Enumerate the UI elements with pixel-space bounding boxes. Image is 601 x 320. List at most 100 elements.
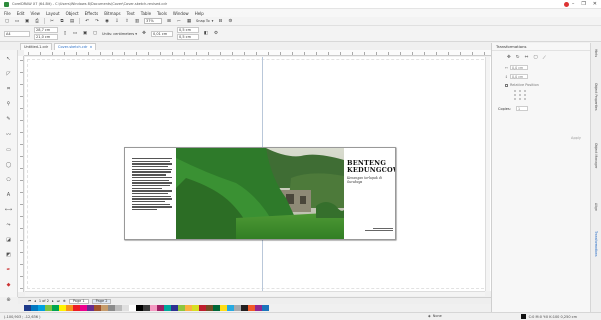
- y-position-field[interactable]: 0,0 cm: [509, 74, 528, 79]
- skew-icon[interactable]: ⟋: [543, 55, 546, 61]
- color-swatch[interactable]: [213, 305, 220, 311]
- front-cover-title-block[interactable]: BENTENG KEDUNGCOWEK Kenangan terlupak di…: [347, 160, 395, 185]
- save-icon[interactable]: ▣: [24, 18, 30, 24]
- user-account-icon[interactable]: [564, 2, 569, 7]
- color-swatch[interactable]: [80, 305, 87, 311]
- color-swatch[interactable]: [171, 305, 178, 311]
- color-swatch[interactable]: [38, 305, 45, 311]
- shape-tool-icon[interactable]: ◸: [5, 71, 12, 77]
- color-swatch[interactable]: [143, 305, 150, 311]
- ellipse-tool-icon[interactable]: ◯: [5, 162, 12, 168]
- menu-help[interactable]: Help: [195, 11, 204, 16]
- fort-photograph[interactable]: [176, 148, 344, 239]
- menu-text[interactable]: Text: [127, 11, 135, 16]
- redo-icon[interactable]: ↷: [94, 18, 100, 24]
- duplicate-y-field[interactable]: 0,5 cm: [177, 34, 199, 40]
- menu-layout[interactable]: Layout: [46, 11, 60, 16]
- pick-tool-icon[interactable]: ↖: [5, 56, 12, 62]
- import-icon[interactable]: ⇩: [114, 18, 120, 24]
- zoom-tool-icon[interactable]: ⚲: [5, 101, 12, 107]
- maximize-button[interactable]: ❐: [581, 1, 585, 7]
- color-swatch[interactable]: [192, 305, 199, 311]
- cover-artwork[interactable]: BENTENG KEDUNGCOWEK Kenangan terlupak di…: [124, 147, 396, 240]
- color-swatch[interactable]: [52, 305, 59, 311]
- menu-view[interactable]: View: [30, 11, 40, 16]
- apply-button[interactable]: Apply: [567, 135, 585, 141]
- color-swatch[interactable]: [115, 305, 122, 311]
- color-swatch[interactable]: [59, 305, 66, 311]
- duplicate-x-field[interactable]: 0,5 cm: [177, 27, 199, 33]
- x-position-field[interactable]: 0,0 cm: [509, 65, 528, 70]
- color-swatch[interactable]: [31, 305, 38, 311]
- landscape-icon[interactable]: ▭: [72, 31, 78, 37]
- transparency-icon[interactable]: ◩: [5, 252, 12, 258]
- color-swatch[interactable]: [101, 305, 108, 311]
- snap-to-dropdown[interactable]: Snap To ▾: [196, 19, 213, 23]
- options-icon[interactable]: ⚙: [213, 31, 219, 37]
- last-page-icon[interactable]: ⏭: [57, 299, 60, 303]
- undo-icon[interactable]: ↶: [84, 18, 90, 24]
- drop-shadow-icon[interactable]: ◪: [5, 237, 12, 243]
- color-swatch[interactable]: [24, 305, 31, 311]
- application-launcher-icon[interactable]: ⊟: [217, 18, 223, 24]
- tab-object-manager[interactable]: Object Manager: [594, 143, 598, 168]
- zoom-level-field[interactable]: 37%: [144, 18, 162, 24]
- open-folder-icon[interactable]: ▭: [14, 18, 20, 24]
- treat-as-filled-icon[interactable]: ◧: [203, 31, 209, 37]
- color-swatch[interactable]: [164, 305, 171, 311]
- color-swatch[interactable]: [108, 305, 115, 311]
- connector-tool-icon[interactable]: ⤳: [5, 222, 12, 228]
- menu-window[interactable]: Window: [173, 11, 189, 16]
- page-height-field[interactable]: 21,0 cm: [34, 34, 58, 40]
- color-swatch[interactable]: [262, 305, 269, 311]
- color-swatch[interactable]: [45, 305, 52, 311]
- page-tab-1[interactable]: Page 1: [68, 298, 89, 304]
- publish-pdf-icon[interactable]: ▥: [134, 18, 140, 24]
- grid-icon[interactable]: ▦: [186, 18, 192, 24]
- tab-untitled[interactable]: Untitled-1.cdr: [20, 43, 53, 50]
- page-width-field[interactable]: 28,7 cm: [34, 27, 58, 33]
- color-swatch[interactable]: [136, 305, 143, 311]
- eyedropper-icon[interactable]: ✒: [5, 267, 12, 273]
- color-swatch[interactable]: [178, 305, 185, 311]
- freehand-tool-icon[interactable]: ✎: [5, 116, 12, 122]
- color-swatch[interactable]: [66, 305, 73, 311]
- color-swatch[interactable]: [241, 305, 248, 311]
- color-swatch[interactable]: [199, 305, 206, 311]
- close-button[interactable]: ✕: [593, 1, 597, 7]
- tab-align[interactable]: Align: [594, 203, 598, 211]
- color-swatch[interactable]: [248, 305, 255, 311]
- smart-fill-icon[interactable]: ⊕: [5, 297, 12, 303]
- color-swatch[interactable]: [129, 305, 136, 311]
- cut-icon[interactable]: ✂: [49, 18, 55, 24]
- minimize-button[interactable]: –: [572, 1, 575, 7]
- position-icon[interactable]: ✥: [507, 55, 511, 61]
- close-tab-icon[interactable]: ×: [89, 45, 92, 49]
- menu-bitmaps[interactable]: Bitmaps: [104, 11, 120, 16]
- anchor-point-grid[interactable]: [492, 90, 590, 100]
- color-swatch[interactable]: [227, 305, 234, 311]
- menu-edit[interactable]: Edit: [17, 11, 25, 16]
- full-screen-icon[interactable]: ⊞: [166, 18, 172, 24]
- print-icon[interactable]: ⎙: [34, 18, 40, 24]
- previous-page-icon[interactable]: ◂: [34, 299, 36, 303]
- menu-table[interactable]: Table: [141, 11, 151, 16]
- all-pages-icon[interactable]: ▣: [82, 31, 88, 37]
- nudge-distance-field[interactable]: 0,01 cm: [151, 30, 173, 37]
- vertical-ruler[interactable]: [18, 56, 24, 292]
- current-page-icon[interactable]: ▢: [92, 31, 98, 37]
- export-icon[interactable]: ⇧: [124, 18, 130, 24]
- color-swatch[interactable]: [255, 305, 262, 311]
- page-tab-2[interactable]: Page 2: [91, 298, 112, 304]
- new-document-icon[interactable]: ▢: [4, 18, 10, 24]
- rectangle-tool-icon[interactable]: ▭: [5, 147, 12, 153]
- credit-text-block[interactable]: [357, 228, 393, 232]
- horizontal-scrollbar[interactable]: [25, 291, 485, 296]
- tab-cover-sketch[interactable]: Cover-sketch.cdr ×: [54, 43, 97, 50]
- size-icon[interactable]: ▢: [533, 55, 537, 61]
- relative-position-checkbox[interactable]: [505, 83, 508, 87]
- scale-mirror-icon[interactable]: ⇔: [525, 55, 529, 61]
- color-swatch[interactable]: [220, 305, 227, 311]
- tab-hints[interactable]: Hints: [594, 49, 598, 57]
- vertical-scrollbar[interactable]: [485, 57, 490, 291]
